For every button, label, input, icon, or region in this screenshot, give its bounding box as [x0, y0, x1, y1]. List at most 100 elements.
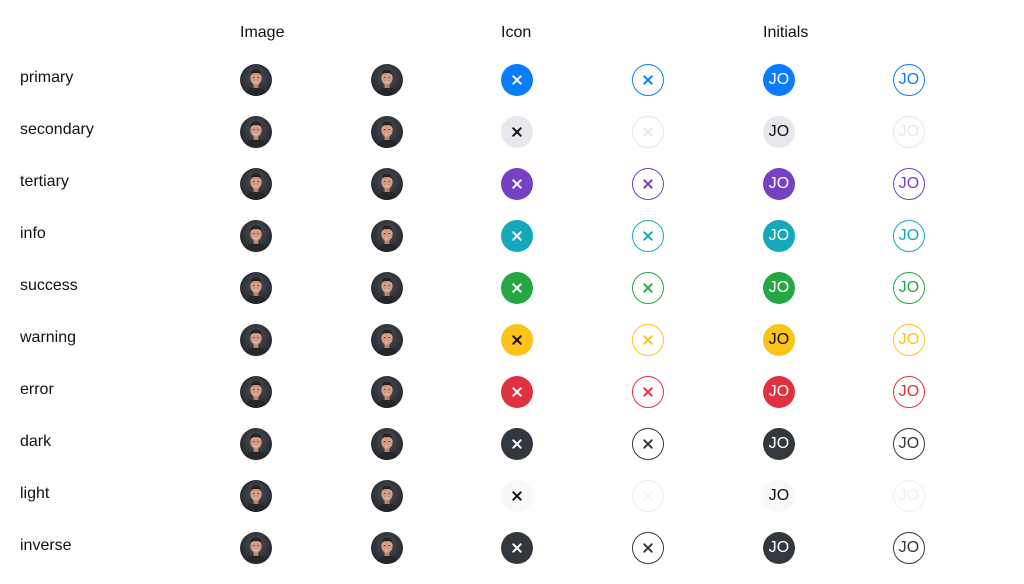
- avatar-initials-solid-info: JO: [763, 220, 795, 252]
- avatar-image-outline-warning: [371, 324, 403, 356]
- avatar-image-solid-warning: [240, 324, 272, 356]
- avatar-image-solid-primary: [240, 64, 272, 96]
- avatar-icon-outline-error: [632, 376, 664, 408]
- close-icon: [511, 438, 523, 450]
- close-icon: [642, 74, 654, 86]
- avatar-icon-solid-primary: [501, 64, 533, 96]
- close-icon: [511, 334, 523, 346]
- row-label: inverse: [20, 537, 72, 554]
- row-label: info: [20, 225, 46, 242]
- avatar-icon-outline-tertiary: [632, 168, 664, 200]
- avatar-image-outline-light: [371, 480, 403, 512]
- avatar-initials-outline-secondary: JO: [893, 116, 925, 148]
- avatar-image-solid-tertiary: [240, 168, 272, 200]
- avatar-image-solid-light: [240, 480, 272, 512]
- initials-column-header: Initials: [763, 24, 809, 41]
- close-icon: [511, 490, 523, 502]
- avatar-icon-solid-light: [501, 480, 533, 512]
- close-icon: [642, 542, 654, 554]
- avatar-icon-outline-info: [632, 220, 664, 252]
- avatar-icon-solid-info: [501, 220, 533, 252]
- row-label: secondary: [20, 121, 94, 138]
- image-column-header: Image: [240, 24, 285, 41]
- close-icon: [511, 126, 523, 138]
- close-icon: [511, 230, 523, 242]
- close-icon: [511, 282, 523, 294]
- avatar-initials-solid-warning: JO: [763, 324, 795, 356]
- avatar-icon-outline-success: [632, 272, 664, 304]
- avatar-image-outline-error: [371, 376, 403, 408]
- avatar-initials-outline-tertiary: JO: [893, 168, 925, 200]
- avatar-icon-outline-light: [632, 480, 664, 512]
- avatar-image-solid-inverse: [240, 532, 272, 564]
- avatar-icon-outline-secondary: [632, 116, 664, 148]
- avatar-initials-solid-dark: JO: [763, 428, 795, 460]
- close-icon: [642, 386, 654, 398]
- avatar-initials-outline-success: JO: [893, 272, 925, 304]
- avatar-initials-solid-primary: JO: [763, 64, 795, 96]
- avatar-icon-solid-secondary: [501, 116, 533, 148]
- close-icon: [511, 542, 523, 554]
- row-label: light: [20, 485, 50, 502]
- avatar-initials-outline-info: JO: [893, 220, 925, 252]
- avatar-icon-solid-success: [501, 272, 533, 304]
- avatar-row-success: success JO JO: [0, 266, 1024, 318]
- row-label: success: [20, 277, 78, 294]
- close-icon: [642, 126, 654, 138]
- row-label: primary: [20, 69, 74, 86]
- avatar-initials-solid-secondary: JO: [763, 116, 795, 148]
- avatar-image-outline-primary: [371, 64, 403, 96]
- avatar-row-info: info JO JO: [0, 214, 1024, 266]
- avatar-image-outline-inverse: [371, 532, 403, 564]
- avatar-image-outline-success: [371, 272, 403, 304]
- icon-column-header: Icon: [501, 24, 532, 41]
- avatar-row-primary: primary JO JO: [0, 58, 1024, 110]
- avatar-initials-outline-dark: JO: [893, 428, 925, 460]
- close-icon: [511, 178, 523, 190]
- avatar-initials-solid-error: JO: [763, 376, 795, 408]
- avatar-row-dark: dark JO JO: [0, 422, 1024, 474]
- row-label: tertiary: [20, 173, 69, 190]
- avatar-icon-solid-inverse: [501, 532, 533, 564]
- avatar-row-secondary: secondary JO JO: [0, 110, 1024, 162]
- avatar-image-solid-dark: [240, 428, 272, 460]
- avatar-initials-solid-inverse: JO: [763, 532, 795, 564]
- avatar-image-solid-error: [240, 376, 272, 408]
- avatar-icon-solid-warning: [501, 324, 533, 356]
- avatar-row-inverse: inverse JO JO: [0, 526, 1024, 578]
- row-label: dark: [20, 433, 52, 450]
- row-label: error: [20, 381, 54, 398]
- avatar-image-outline-info: [371, 220, 403, 252]
- avatar-image-solid-success: [240, 272, 272, 304]
- avatar-initials-solid-light: JO: [763, 480, 795, 512]
- avatar-initials-outline-light: JO: [893, 480, 925, 512]
- avatar-initials-solid-tertiary: JO: [763, 168, 795, 200]
- avatar-icon-solid-dark: [501, 428, 533, 460]
- avatar-image-outline-dark: [371, 428, 403, 460]
- avatar-image-solid-info: [240, 220, 272, 252]
- avatar-icon-outline-dark: [632, 428, 664, 460]
- avatar-icon-outline-primary: [632, 64, 664, 96]
- avatar-initials-outline-primary: JO: [893, 64, 925, 96]
- avatar-image-outline-tertiary: [371, 168, 403, 200]
- avatar-row-error: error JO JO: [0, 370, 1024, 422]
- avatar-row-tertiary: tertiary JO JO: [0, 162, 1024, 214]
- close-icon: [642, 178, 654, 190]
- avatar-image-outline-secondary: [371, 116, 403, 148]
- avatar-image-solid-secondary: [240, 116, 272, 148]
- avatar-icon-outline-inverse: [632, 532, 664, 564]
- close-icon: [642, 438, 654, 450]
- avatar-icon-outline-warning: [632, 324, 664, 356]
- avatar-initials-outline-error: JO: [893, 376, 925, 408]
- close-icon: [642, 334, 654, 346]
- close-icon: [511, 386, 523, 398]
- avatar-row-warning: warning JO JO: [0, 318, 1024, 370]
- avatar-icon-solid-tertiary: [501, 168, 533, 200]
- close-icon: [511, 74, 523, 86]
- close-icon: [642, 230, 654, 242]
- avatar-row-light: light JO JO: [0, 474, 1024, 526]
- avatar-initials-outline-warning: JO: [893, 324, 925, 356]
- close-icon: [642, 282, 654, 294]
- close-icon: [642, 490, 654, 502]
- avatar-icon-solid-error: [501, 376, 533, 408]
